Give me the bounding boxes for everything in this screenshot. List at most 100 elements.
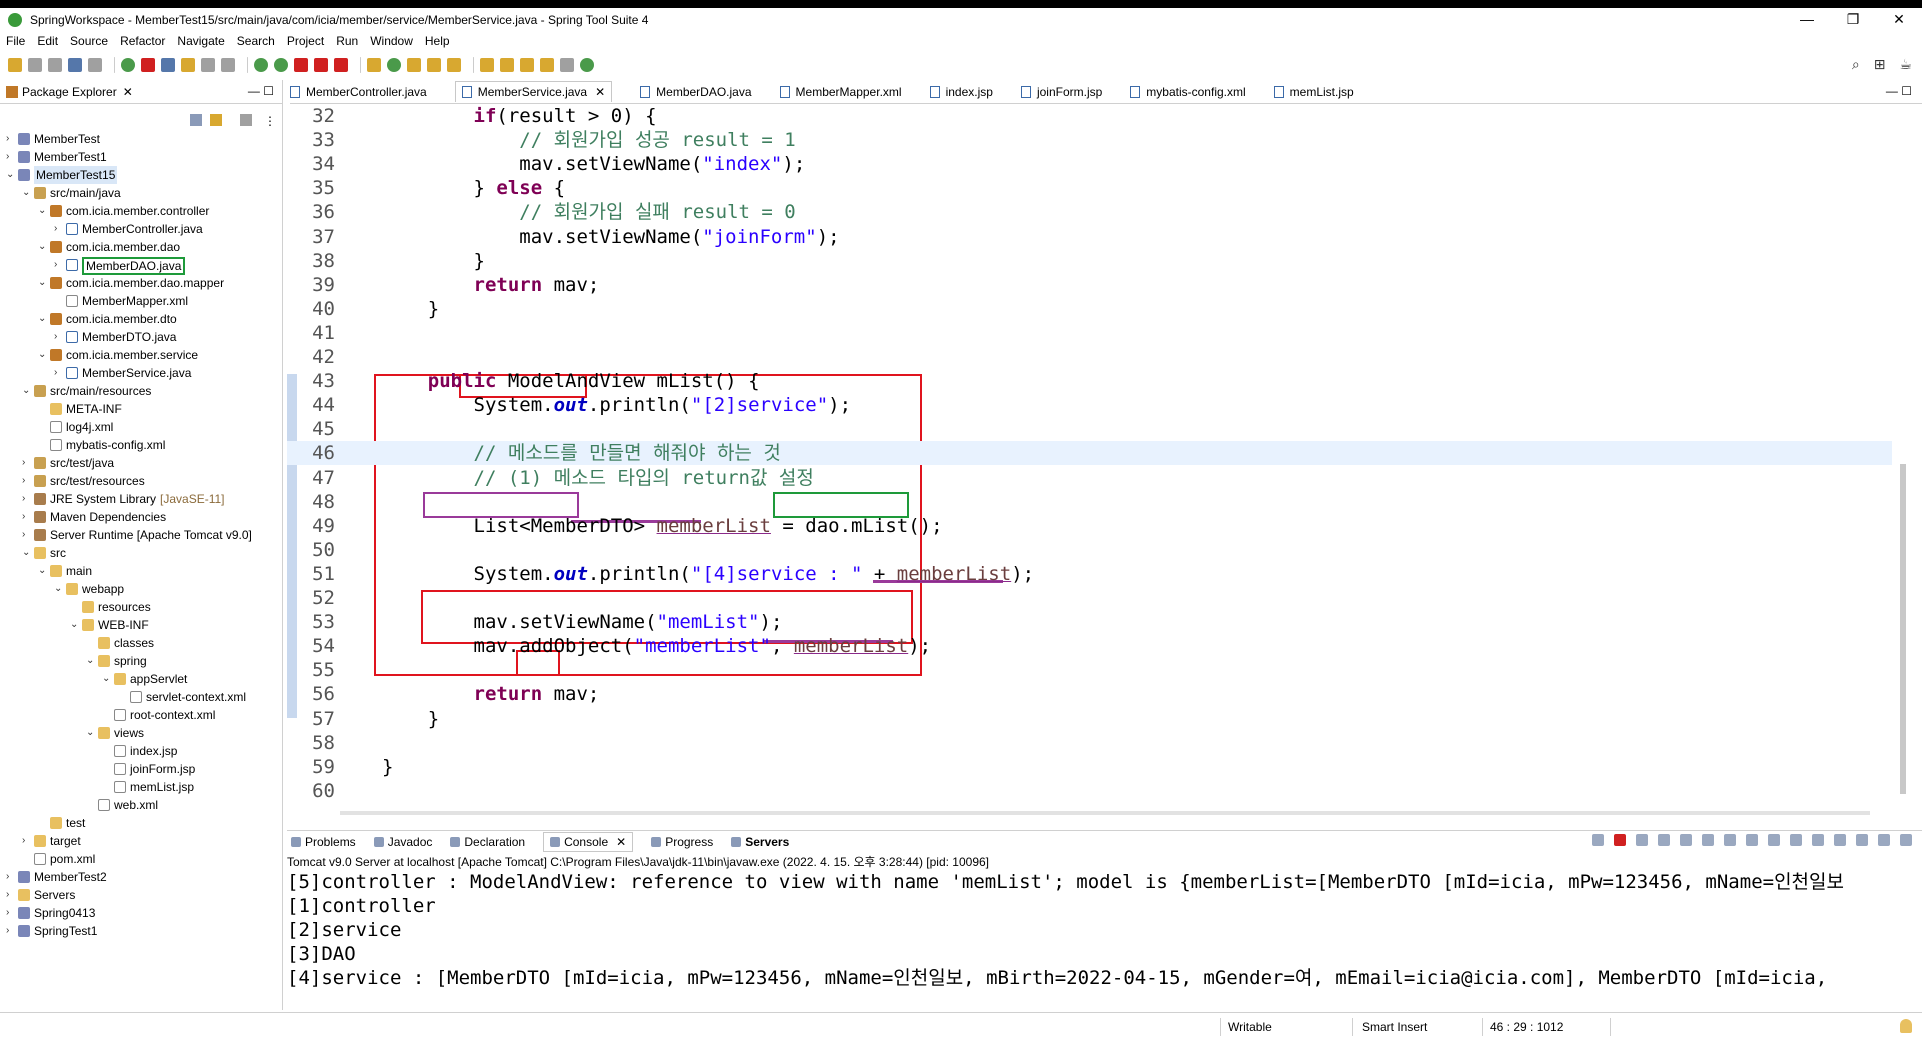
tree-item[interactable]: › JRE System Library [JavaSE-11] bbox=[0, 490, 283, 508]
tree-item[interactable]: › target bbox=[0, 832, 283, 850]
chevron-right-icon[interactable]: › bbox=[22, 526, 32, 544]
debug-icon[interactable] bbox=[254, 58, 268, 72]
toggle-block-selection-icon[interactable] bbox=[201, 58, 215, 72]
chevron-down-icon[interactable]: ⌄ bbox=[38, 310, 48, 328]
clear-console-icon[interactable] bbox=[1680, 834, 1692, 846]
chevron-down-icon[interactable]: ⌄ bbox=[102, 670, 112, 688]
tree-item[interactable]: ⌄ appServlet bbox=[0, 670, 283, 688]
tree-item[interactable]: classes bbox=[0, 634, 283, 652]
skip-breakpoints-icon[interactable] bbox=[88, 58, 102, 72]
word-wrap-icon[interactable] bbox=[1724, 834, 1736, 846]
scroll-lock-icon[interactable] bbox=[1702, 834, 1714, 846]
chevron-right-icon[interactable]: › bbox=[22, 454, 32, 472]
chevron-down-icon[interactable]: ⌄ bbox=[22, 184, 32, 202]
tree-item[interactable]: resources bbox=[0, 598, 283, 616]
chevron-down-icon[interactable]: ⌄ bbox=[38, 238, 48, 256]
editor-vertical-scrollbar[interactable] bbox=[1898, 104, 1908, 804]
tree-item[interactable]: › MemberService.java bbox=[0, 364, 283, 382]
link-with-editor-icon[interactable] bbox=[210, 114, 222, 126]
show-on-stdout-icon[interactable] bbox=[1746, 834, 1758, 846]
tab-problems[interactable]: Problems bbox=[291, 835, 356, 849]
console-output[interactable]: [5]controller : ModelAndView: reference … bbox=[287, 870, 1907, 1000]
tree-item[interactable]: pom.xml bbox=[0, 850, 283, 868]
menu-navigate[interactable]: Navigate bbox=[177, 34, 224, 48]
tree-item[interactable]: › src/test/resources bbox=[0, 472, 283, 490]
last-edit-location-icon[interactable] bbox=[520, 58, 534, 72]
chevron-down-icon[interactable]: ⌄ bbox=[86, 652, 96, 670]
search-tool-icon[interactable] bbox=[447, 58, 461, 72]
tree-item[interactable]: ⌄ webapp bbox=[0, 580, 283, 598]
reload-icon[interactable] bbox=[1592, 834, 1604, 846]
terminate-icon[interactable] bbox=[1614, 834, 1626, 846]
editor-tab[interactable]: joinForm.jsp bbox=[1020, 85, 1102, 99]
stop-icon[interactable] bbox=[314, 58, 328, 72]
tree-item[interactable]: memList.jsp bbox=[0, 778, 283, 796]
maximize-button[interactable]: ❐ bbox=[1830, 8, 1876, 31]
menu-run[interactable]: Run bbox=[336, 34, 358, 48]
tree-item[interactable]: › Server Runtime [Apache Tomcat v9.0] bbox=[0, 526, 283, 544]
search-icon[interactable]: ⌕ bbox=[1852, 56, 1860, 73]
editor-tab[interactable]: mybatis-config.xml bbox=[1130, 85, 1246, 99]
view-menu-icon[interactable]: ⋮ bbox=[264, 114, 276, 128]
menu-file[interactable]: File bbox=[6, 34, 25, 48]
chevron-down-icon[interactable]: ⌄ bbox=[38, 274, 48, 292]
menu-help[interactable]: Help bbox=[425, 34, 450, 48]
chevron-down-icon[interactable]: ⌄ bbox=[6, 166, 16, 184]
tree-item[interactable]: › Maven Dependencies bbox=[0, 508, 283, 526]
tree-item[interactable]: › Spring0413 bbox=[0, 904, 283, 922]
menu-refactor[interactable]: Refactor bbox=[120, 34, 165, 48]
chevron-right-icon[interactable]: › bbox=[22, 508, 32, 526]
tab-progress[interactable]: Progress bbox=[651, 835, 713, 849]
editor-tab[interactable]: MemberMapper.xml bbox=[779, 85, 902, 99]
chevron-right-icon[interactable]: › bbox=[54, 256, 64, 274]
editor-minimize-maximize-icon[interactable]: — ☐ bbox=[1886, 84, 1912, 98]
tree-item[interactable]: › MemberController.java bbox=[0, 220, 283, 238]
open-type-icon[interactable] bbox=[407, 58, 421, 72]
tree-item[interactable]: index.jsp bbox=[0, 742, 283, 760]
boot-dashboard-icon[interactable] bbox=[121, 58, 135, 72]
tree-item[interactable]: ⌄ com.icia.member.dao bbox=[0, 238, 283, 256]
save-icon[interactable] bbox=[28, 58, 42, 72]
tree-item[interactable]: ⌄ views bbox=[0, 724, 283, 742]
menu-search[interactable]: Search bbox=[237, 34, 275, 48]
filters-icon[interactable] bbox=[240, 114, 252, 126]
tree-item[interactable]: mybatis-config.xml bbox=[0, 436, 283, 454]
toggle-mark-occurrences-icon[interactable] bbox=[161, 58, 175, 72]
chevron-right-icon[interactable]: › bbox=[6, 904, 16, 922]
tree-item[interactable]: root-context.xml bbox=[0, 706, 283, 724]
display-console-icon[interactable] bbox=[1812, 834, 1824, 846]
code-editor[interactable]: 32 if(result > 0) {33 // 회원가입 성공 result … bbox=[287, 104, 1892, 804]
close-icon[interactable]: ✕ bbox=[123, 85, 133, 99]
editor-tab[interactable]: memList.jsp bbox=[1273, 85, 1354, 99]
tree-item[interactable]: › MemberDTO.java bbox=[0, 328, 283, 346]
run-external-tools-icon[interactable] bbox=[294, 58, 308, 72]
chevron-down-icon[interactable]: ⌄ bbox=[38, 562, 48, 580]
show-on-stderr-icon[interactable] bbox=[1768, 834, 1780, 846]
chevron-down-icon[interactable]: ⌄ bbox=[38, 202, 48, 220]
editor-horizontal-scrollbar[interactable] bbox=[330, 808, 1890, 818]
chevron-down-icon[interactable]: ⌄ bbox=[38, 346, 48, 364]
tab-javadoc[interactable]: Javadoc bbox=[373, 835, 432, 849]
chevron-down-icon[interactable]: ⌄ bbox=[22, 544, 32, 562]
tree-item[interactable]: ⌄ com.icia.member.controller bbox=[0, 202, 283, 220]
tree-item[interactable]: › MemberDAO.java bbox=[0, 256, 283, 275]
run-icon[interactable] bbox=[274, 58, 288, 72]
java-perspective-icon[interactable]: ☕ bbox=[1899, 56, 1912, 73]
package-explorer-tab[interactable]: Package Explorer ✕ — ☐ bbox=[0, 80, 282, 104]
tree-item[interactable]: test bbox=[0, 814, 283, 832]
menu-source[interactable]: Source bbox=[70, 34, 108, 48]
open-task-icon[interactable] bbox=[427, 58, 441, 72]
tree-item[interactable]: MemberMapper.xml bbox=[0, 292, 283, 310]
tab-declaration[interactable]: Declaration bbox=[450, 835, 525, 849]
tree-item[interactable]: › MemberTest bbox=[0, 130, 283, 148]
close-button[interactable]: ✕ bbox=[1876, 8, 1922, 31]
tree-item[interactable]: › src/test/java bbox=[0, 454, 283, 472]
tree-item[interactable]: ⌄ src/main/resources bbox=[0, 382, 283, 400]
forward-icon[interactable] bbox=[560, 58, 574, 72]
collapse-all-icon[interactable] bbox=[190, 114, 202, 126]
spring-icon[interactable] bbox=[141, 58, 155, 72]
tab-console[interactable]: Console ✕ bbox=[543, 831, 634, 852]
tree-item[interactable]: web.xml bbox=[0, 796, 283, 814]
tree-item[interactable]: META-INF bbox=[0, 400, 283, 418]
chevron-down-icon[interactable]: ⌄ bbox=[54, 580, 64, 598]
